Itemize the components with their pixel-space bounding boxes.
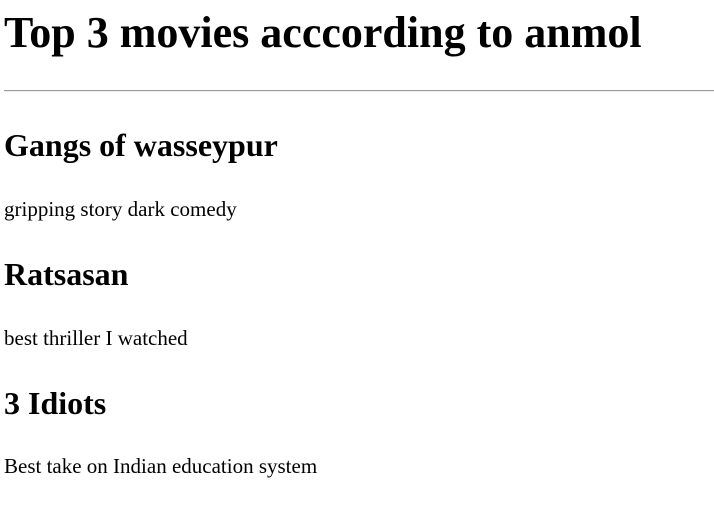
movie-description-2: best thriller I watched <box>4 326 188 350</box>
movie-title-1: Gangs of wasseypur <box>4 127 278 163</box>
divider <box>4 90 714 92</box>
movie-description-1: gripping story dark comedy <box>4 197 237 221</box>
movie-title-2: Ratsasan <box>4 256 129 292</box>
movie-description-3: Best take on Indian education system <box>4 454 318 478</box>
page-title: Top 3 movies acccording to anmol <box>4 8 642 57</box>
movie-title-3: 3 Idiots <box>4 385 107 421</box>
